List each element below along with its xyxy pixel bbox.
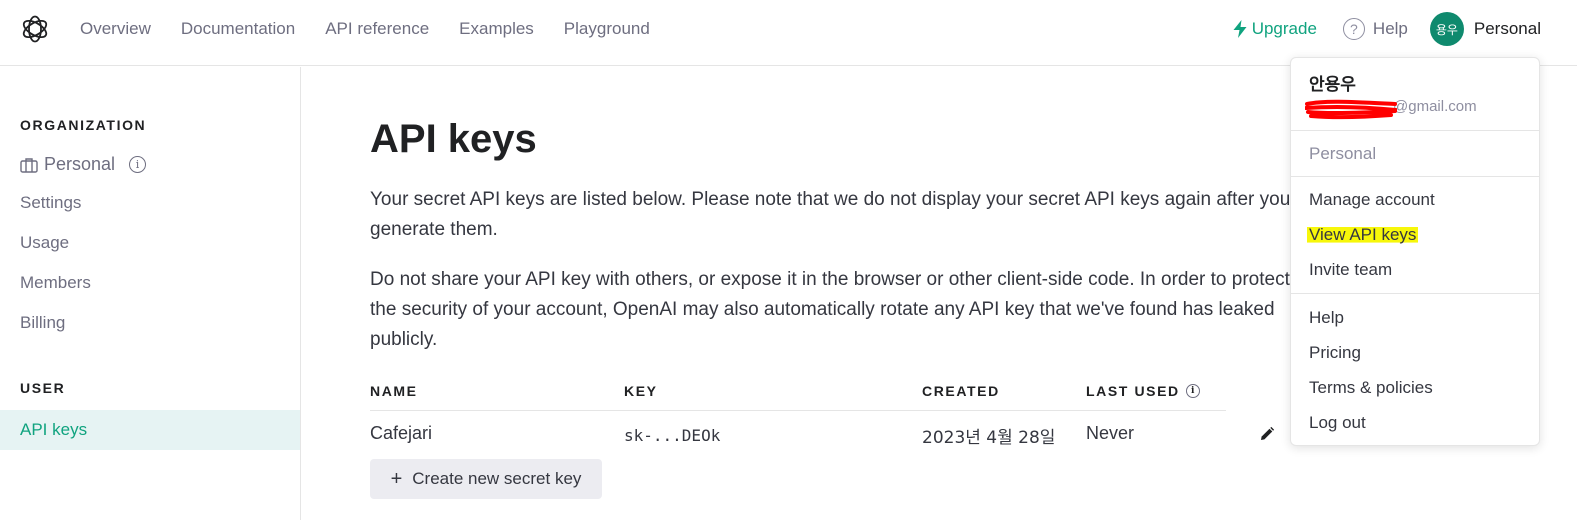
help-label: Help bbox=[1372, 19, 1408, 38]
column-header-last-used: LAST USED i bbox=[1086, 383, 1200, 399]
nav-playground[interactable]: Playground bbox=[564, 19, 650, 39]
sidebar-item-settings[interactable]: Settings bbox=[20, 193, 81, 213]
user-name: 안용우 bbox=[1309, 75, 1356, 95]
account-label: Personal bbox=[1473, 19, 1541, 38]
page-title: API keys bbox=[370, 117, 537, 161]
create-secret-key-button[interactable]: + Create new secret key bbox=[370, 459, 602, 499]
last-used-cell: Never bbox=[1086, 423, 1135, 443]
redaction-scribble bbox=[1305, 99, 1397, 120]
sidebar-item-api-keys[interactable]: API keys bbox=[0, 410, 300, 450]
menu-item-log-out[interactable]: Log out bbox=[1309, 413, 1366, 433]
nav-examples[interactable]: Examples bbox=[459, 19, 534, 39]
security-paragraph: Do not share your API key with others, o… bbox=[370, 269, 1290, 350]
org-name: Personal bbox=[44, 154, 116, 174]
dropdown-divider bbox=[1291, 293, 1539, 294]
intro-paragraph: Your secret API keys are listed below. P… bbox=[370, 189, 1291, 240]
user-email: @gmail.com bbox=[1393, 98, 1477, 115]
org-selector[interactable]: Personal i bbox=[20, 154, 147, 175]
menu-item-pricing[interactable]: Pricing bbox=[1309, 343, 1361, 363]
column-header-created: CREATED bbox=[922, 383, 1000, 399]
upgrade-link[interactable]: Upgrade bbox=[1232, 19, 1317, 39]
menu-item-view-api-keys[interactable]: View API keys bbox=[1307, 225, 1419, 245]
question-mark-icon: ? bbox=[1342, 18, 1365, 40]
nav-overview[interactable]: Overview bbox=[80, 19, 151, 39]
sidebar: ORGANIZATION Personal i Settings Usage M… bbox=[0, 67, 301, 520]
main-nav: Overview Documentation API reference Exa… bbox=[80, 0, 650, 58]
dropdown-divider bbox=[1291, 130, 1539, 131]
avatar: 용우 bbox=[1429, 12, 1464, 46]
upgrade-label: Upgrade bbox=[1251, 19, 1317, 38]
column-header-key: KEY bbox=[624, 383, 658, 399]
key-name-cell: Cafejari bbox=[370, 423, 433, 443]
sidebar-item-members[interactable]: Members bbox=[20, 273, 91, 293]
plus-icon: + bbox=[390, 468, 403, 490]
info-icon[interactable]: i bbox=[1185, 384, 1200, 398]
briefcase-icon bbox=[20, 157, 38, 173]
info-icon[interactable]: i bbox=[129, 156, 147, 173]
nav-api-reference[interactable]: API reference bbox=[325, 19, 429, 39]
column-header-name: NAME bbox=[370, 383, 418, 399]
account-menu-button[interactable]: 용우 Personal bbox=[1429, 12, 1541, 46]
dropdown-org-personal[interactable]: Personal bbox=[1309, 144, 1376, 164]
last-used-label: LAST USED bbox=[1086, 383, 1180, 399]
top-right-controls: Upgrade ? Help 용우 Personal bbox=[1232, 0, 1541, 58]
created-cell: 2023년 4월 28일 bbox=[922, 428, 1056, 448]
sidebar-item-usage[interactable]: Usage bbox=[20, 233, 69, 253]
menu-item-invite-team[interactable]: Invite team bbox=[1309, 260, 1392, 280]
menu-item-help[interactable]: Help bbox=[1309, 308, 1344, 328]
menu-item-manage-account[interactable]: Manage account bbox=[1309, 190, 1435, 210]
help-link[interactable]: ? Help bbox=[1342, 18, 1408, 40]
dropdown-divider bbox=[1291, 176, 1539, 177]
view-api-keys-label: View API keys bbox=[1307, 225, 1419, 244]
sidebar-item-billing[interactable]: Billing bbox=[20, 313, 65, 333]
user-heading: USER bbox=[20, 380, 66, 396]
openai-logo-icon[interactable] bbox=[19, 13, 51, 45]
organization-heading: ORGANIZATION bbox=[20, 117, 147, 133]
table-header-divider bbox=[370, 410, 1226, 411]
pencil-icon[interactable] bbox=[1258, 425, 1276, 443]
lightning-icon bbox=[1233, 20, 1247, 38]
menu-item-terms-policies[interactable]: Terms & policies bbox=[1309, 378, 1433, 398]
nav-documentation[interactable]: Documentation bbox=[181, 19, 295, 39]
create-button-label: Create new secret key bbox=[412, 469, 582, 488]
account-dropdown: 안용우 @gmail.com Personal Manage account V… bbox=[1290, 57, 1540, 446]
key-value-cell: sk-...DEOk bbox=[624, 426, 721, 445]
